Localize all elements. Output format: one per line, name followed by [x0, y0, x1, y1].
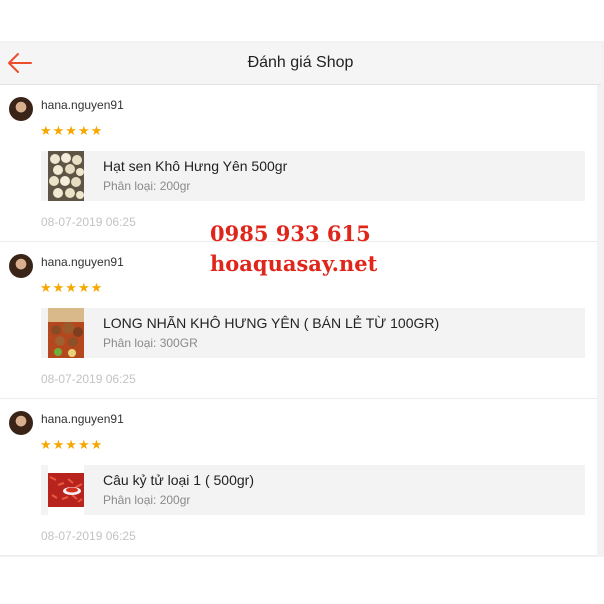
review-date: 08-07-2019 06:25 — [41, 372, 136, 386]
review-list[interactable]: hana.nguyen91 ★★★★★ Hạt sen Khô Hưng Yên… — [0, 85, 597, 556]
rating-stars: ★★★★★ — [40, 280, 104, 295]
avatar[interactable] — [9, 411, 33, 435]
product-card[interactable]: Câu kỷ tử loại 1 ( 500gr) Phân loại: 200… — [41, 465, 585, 515]
username[interactable]: hana.nguyen91 — [41, 412, 124, 426]
product-variant: Phân loại: 300GR — [103, 336, 198, 350]
username[interactable]: hana.nguyen91 — [41, 98, 124, 112]
product-card[interactable]: LONG NHÃN KHÔ HƯNG YÊN ( BÁN LẺ TỪ 100GR… — [41, 308, 585, 358]
product-variant: Phân loại: 200gr — [103, 493, 191, 507]
avatar[interactable] — [9, 254, 33, 278]
product-name: LONG NHÃN KHÔ HƯNG YÊN ( BÁN LẺ TỪ 100GR… — [103, 315, 440, 331]
product-card[interactable]: Hạt sen Khô Hưng Yên 500gr Phân loại: 20… — [41, 151, 585, 201]
product-thumbnail — [48, 465, 84, 515]
review-date: 08-07-2019 06:25 — [41, 529, 136, 543]
avatar[interactable] — [9, 97, 33, 121]
product-thumbnail — [48, 308, 84, 358]
rating-stars: ★★★★★ — [40, 123, 104, 138]
product-variant: Phân loại: 200gr — [103, 179, 191, 193]
product-name: Câu kỷ tử loại 1 ( 500gr) — [103, 472, 254, 488]
product-name: Hạt sen Khô Hưng Yên 500gr — [103, 158, 288, 174]
watermark-phone: 0985 933 615 — [210, 221, 371, 246]
review-item: hana.nguyen91 ★★★★★ Câu kỷ tử loại 1 ( 5… — [0, 399, 597, 556]
username[interactable]: hana.nguyen91 — [41, 255, 124, 269]
product-thumbnail — [48, 151, 84, 201]
rating-stars: ★★★★★ — [40, 437, 104, 452]
watermark-site: hoaquasay.net — [210, 251, 378, 276]
page-title: Đánh giá Shop — [247, 54, 354, 71]
review-item: hana.nguyen91 ★★★★★ Hạt sen Khô Hưng Yên… — [0, 85, 597, 242]
top-bar: Đánh giá Shop — [0, 43, 601, 85]
review-date: 08-07-2019 06:25 — [41, 215, 136, 229]
